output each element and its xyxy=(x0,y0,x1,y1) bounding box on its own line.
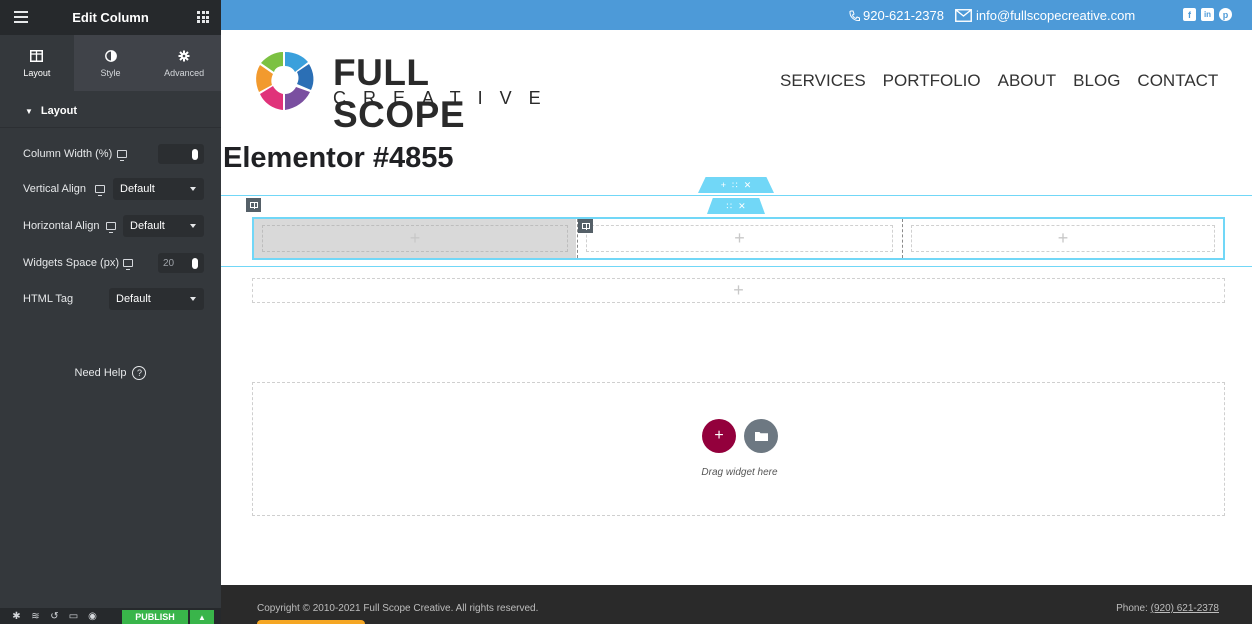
layout-section-toggle[interactable]: ▼ Layout xyxy=(0,95,221,128)
widgets-space-control: Widgets Space (px) 20 xyxy=(0,246,221,280)
site-logo[interactable]: FULL SCOPE CREATIVE xyxy=(253,50,563,135)
site-topbar: 920-621-2378 info@fullscopecreative.com … xyxy=(221,0,1252,30)
panel-tabs: Layout Style Advanced xyxy=(0,35,221,91)
pinterest-icon[interactable]: p xyxy=(1219,8,1232,21)
html-tag-select[interactable]: Default xyxy=(109,288,204,310)
need-help-link[interactable]: Need Help ? xyxy=(0,366,221,380)
editor-panel: Edit Column Layout Style Advanced ▼ Layo… xyxy=(0,0,221,624)
add-widget-area[interactable]: + xyxy=(586,225,893,252)
html-tag-control: HTML Tag Default xyxy=(0,282,221,316)
chevron-down-icon xyxy=(190,224,196,228)
add-template-button[interactable] xyxy=(744,419,778,453)
delete-section-icon[interactable]: ✕ xyxy=(744,180,752,191)
tab-style[interactable]: Style xyxy=(74,35,148,91)
chevron-down-icon xyxy=(190,297,196,301)
question-icon: ? xyxy=(132,366,147,380)
html-tag-label: HTML Tag xyxy=(23,293,74,305)
add-section-button[interactable]: + xyxy=(702,419,736,453)
footer-phone: Phone: (920) 621-2378 xyxy=(1116,603,1219,614)
vertical-align-control: Vertical Align Default xyxy=(0,172,221,206)
horizontal-align-select[interactable]: Default xyxy=(123,215,204,237)
responsive-desktop-icon[interactable] xyxy=(106,222,116,233)
folder-icon xyxy=(754,432,768,441)
panel-title: Edit Column xyxy=(72,10,149,25)
empty-section-add[interactable]: + xyxy=(252,278,1225,303)
widgets-grid-icon[interactable] xyxy=(197,11,209,23)
page-preview: 920-621-2378 info@fullscopecreative.com … xyxy=(221,0,1252,624)
tab-layout[interactable]: Layout xyxy=(0,35,74,91)
layers-icon[interactable]: ≋ xyxy=(30,611,41,622)
section-handle[interactable]: + ∷ ✕ xyxy=(698,177,774,193)
nav-about[interactable]: ABOUT xyxy=(998,71,1057,91)
dropzone-hint: Drag widget here xyxy=(701,467,778,478)
section-label: Layout xyxy=(40,105,77,117)
style-icon xyxy=(104,48,117,64)
layout-icon xyxy=(30,48,44,64)
nav-portfolio[interactable]: PORTFOLIO xyxy=(883,71,981,91)
topbar-phone[interactable]: 920-621-2378 xyxy=(849,8,944,23)
drag-handle-icon[interactable]: ∷ xyxy=(732,180,738,191)
responsive-icon[interactable]: ▭ xyxy=(68,611,79,622)
column-edit-handle[interactable] xyxy=(578,219,593,233)
column[interactable]: + xyxy=(902,219,1223,258)
chevron-down-icon xyxy=(190,187,196,191)
publish-button[interactable]: PUBLISH xyxy=(122,610,188,624)
facebook-icon[interactable]: f xyxy=(1183,8,1196,21)
column-width-label: Column Width (%) xyxy=(23,148,113,160)
responsive-desktop-icon[interactable] xyxy=(117,150,127,161)
horizontal-align-label: Horizontal Align xyxy=(23,220,100,232)
add-section-dropzone[interactable]: + Drag widget here xyxy=(252,382,1225,516)
spinner-icon[interactable] xyxy=(192,149,198,160)
linkedin-icon[interactable]: in xyxy=(1201,8,1214,21)
vertical-align-label: Vertical Align xyxy=(23,183,86,195)
main-nav: SERVICES PORTFOLIO ABOUT BLOG CONTACT xyxy=(780,71,1218,91)
settings-icon[interactable]: ✱ xyxy=(11,611,22,622)
site-footer: Copyright © 2010-2021 Full Scope Creativ… xyxy=(221,585,1252,624)
add-widget-area[interactable]: + xyxy=(262,225,568,252)
add-widget-area[interactable]: + xyxy=(911,225,1215,252)
topbar-email[interactable]: info@fullscopecreative.com xyxy=(955,8,1135,23)
gear-icon xyxy=(178,48,190,64)
logo-subtitle: CREATIVE xyxy=(333,88,558,108)
tab-layout-label: Layout xyxy=(23,68,51,78)
tab-style-label: Style xyxy=(100,68,121,78)
vertical-align-select[interactable]: Default xyxy=(113,178,204,200)
page-title: Elementor #4855 xyxy=(223,142,454,174)
tab-advanced-label: Advanced xyxy=(164,68,205,78)
horizontal-align-control: Horizontal Align Default xyxy=(0,209,221,243)
column-width-input[interactable] xyxy=(158,144,204,164)
column[interactable]: + xyxy=(577,219,901,258)
responsive-desktop-icon[interactable] xyxy=(95,185,105,196)
nav-blog[interactable]: BLOG xyxy=(1073,71,1120,91)
phone-icon xyxy=(849,10,860,21)
section-column-handle[interactable] xyxy=(246,198,261,212)
envelope-icon xyxy=(955,9,972,22)
widgets-space-input[interactable]: 20 xyxy=(158,253,204,273)
column-selected[interactable]: + xyxy=(254,219,576,258)
footer-badge xyxy=(257,620,365,624)
preview-eye-icon[interactable]: ◉ xyxy=(87,611,98,622)
logo-mark-icon xyxy=(256,52,314,110)
add-section-icon[interactable]: + xyxy=(721,180,726,190)
footer-phone-link[interactable]: (920) 621-2378 xyxy=(1151,603,1219,614)
tab-advanced[interactable]: Advanced xyxy=(147,35,221,91)
panel-header: Edit Column xyxy=(0,0,221,35)
publish-options-button[interactable]: ▲ xyxy=(190,610,214,624)
copyright-text: Copyright © 2010-2021 Full Scope Creativ… xyxy=(257,603,539,614)
elementor-editor: Edit Column Layout Style Advanced ▼ Layo… xyxy=(0,0,1252,624)
widgets-space-label: Widgets Space (px) xyxy=(23,257,119,269)
history-icon[interactable]: ↺ xyxy=(49,611,60,622)
caret-down-icon: ▼ xyxy=(25,106,33,116)
spinner-icon[interactable] xyxy=(192,258,198,269)
nav-contact[interactable]: CONTACT xyxy=(1137,71,1218,91)
nav-services[interactable]: SERVICES xyxy=(780,71,866,91)
column-width-control: Column Width (%) xyxy=(0,137,221,171)
responsive-desktop-icon[interactable] xyxy=(123,259,133,270)
